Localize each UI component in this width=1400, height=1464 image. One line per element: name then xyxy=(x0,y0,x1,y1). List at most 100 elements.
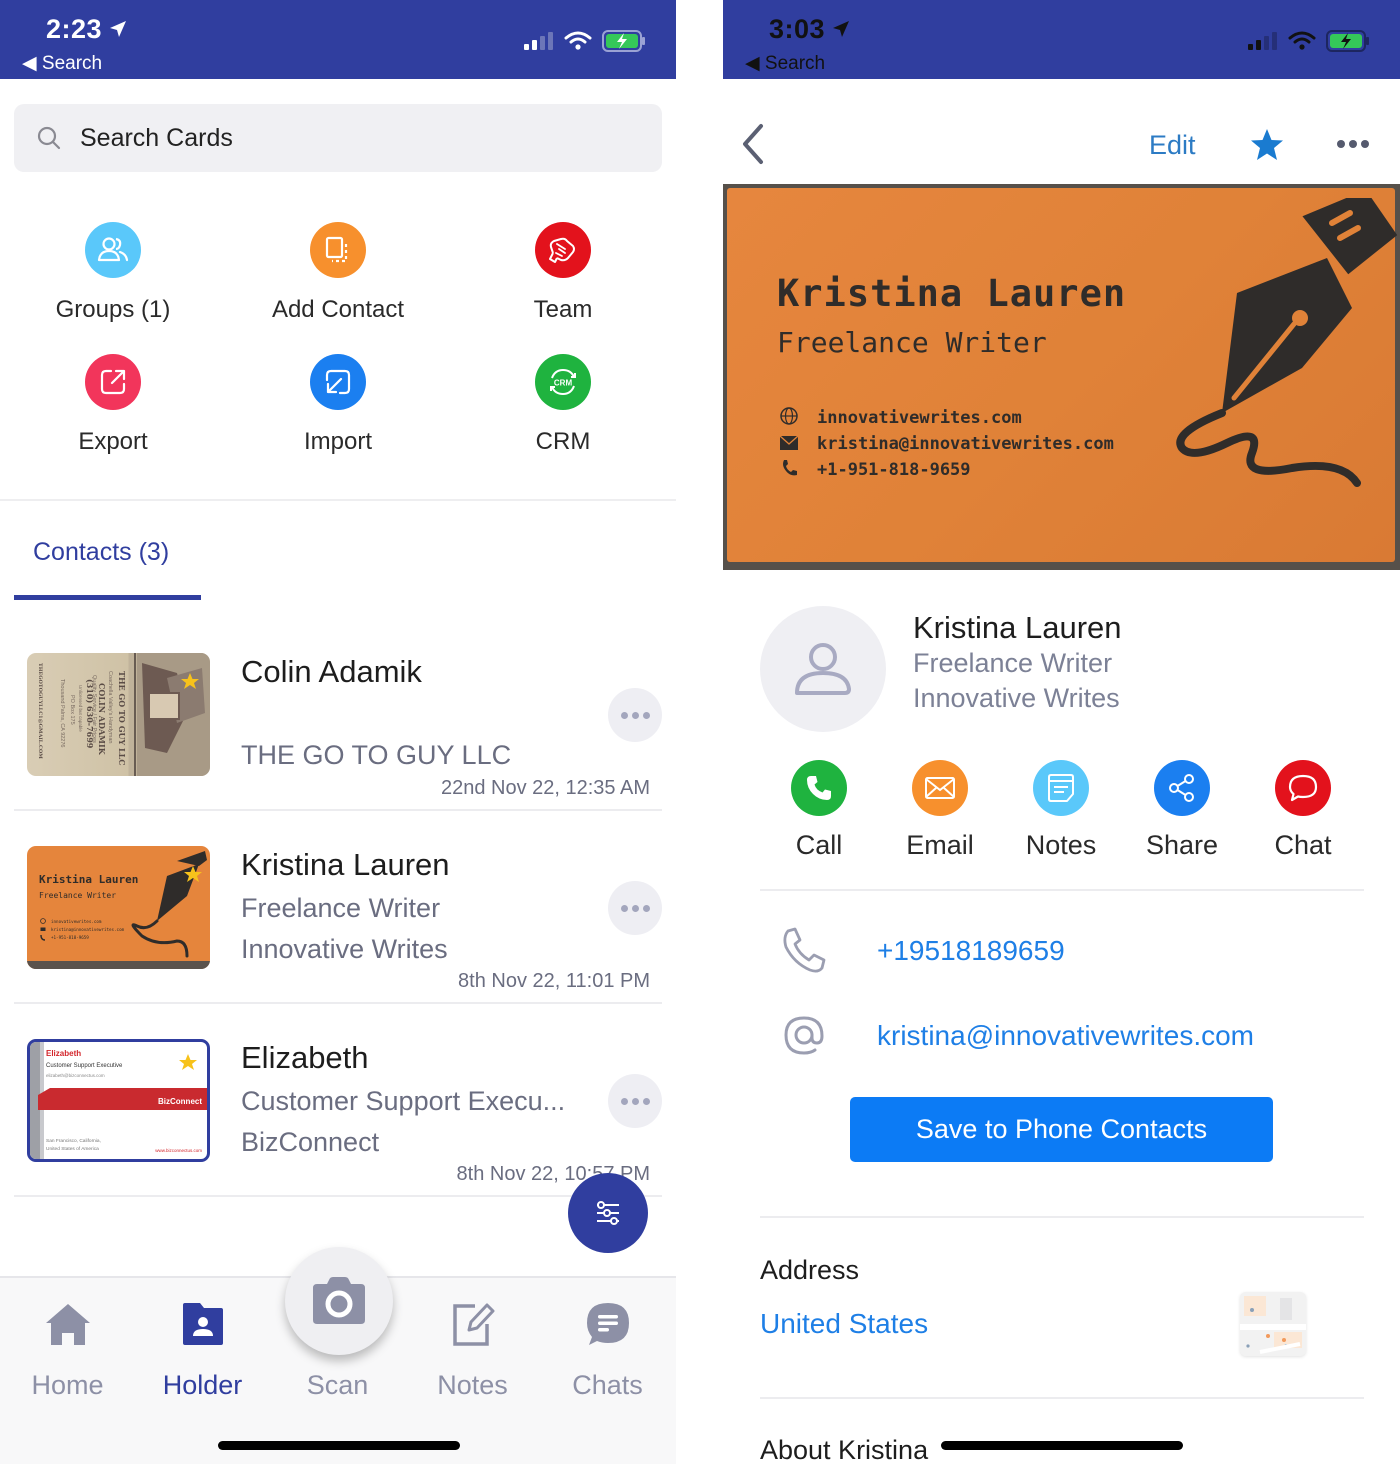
svg-text:Coachella Valley's Handyman: Coachella Valley's Handyman xyxy=(107,671,113,744)
back-to-search-link[interactable]: ◀ Search xyxy=(22,52,102,75)
note-icon xyxy=(1033,760,1089,816)
team-button[interactable]: Team xyxy=(450,222,676,324)
edit-button[interactable]: Edit xyxy=(1149,130,1196,161)
section-divider xyxy=(0,499,676,501)
status-bar: 2:23 ◀ Search xyxy=(0,0,676,79)
map-thumbnail[interactable] xyxy=(1240,1292,1306,1356)
svg-text:Elizabeth: Elizabeth xyxy=(46,1049,81,1058)
svg-text:Unlicensed but capable: Unlicensed but capable xyxy=(78,685,83,732)
nav-notes[interactable]: Notes xyxy=(405,1298,540,1401)
save-to-phone-contacts-button[interactable]: Save to Phone Contacts xyxy=(850,1097,1273,1162)
add-contact-button[interactable]: Add Contact xyxy=(225,222,451,324)
more-options-button[interactable] xyxy=(1337,140,1369,148)
sliders-filter-icon xyxy=(597,1201,619,1225)
import-button[interactable]: Import xyxy=(225,354,451,456)
contact-title: Freelance Writer xyxy=(913,648,1113,678)
svg-text:Freelance Writer: Freelance Writer xyxy=(39,891,116,900)
chat-bubble-icon xyxy=(1275,760,1331,816)
contact-more-button[interactable] xyxy=(608,881,662,935)
search-input[interactable] xyxy=(80,123,600,153)
more-dots-icon xyxy=(620,711,628,719)
groups-icon xyxy=(85,222,141,278)
location-arrow-icon xyxy=(831,15,851,46)
divider xyxy=(760,1216,1364,1218)
contact-row-elizabeth[interactable]: Elizabeth Customer Support Executive eli… xyxy=(14,1004,662,1197)
svg-text:Kristina Lauren: Kristina Lauren xyxy=(39,873,138,886)
address-heading: Address xyxy=(760,1255,860,1285)
favorite-button[interactable] xyxy=(1249,128,1285,167)
svg-text:THEGOTOGUYLLC1@GMAIL.COM: THEGOTOGUYLLC1@GMAIL.COM xyxy=(37,663,44,759)
chat-button[interactable]: Chat xyxy=(1253,760,1353,861)
fountain-pen-illustration xyxy=(1176,198,1398,487)
globe-icon xyxy=(780,407,798,425)
contact-name: Kristina Lauren xyxy=(913,610,1122,645)
tab-contacts[interactable]: Contacts (3) xyxy=(14,532,201,600)
business-card-image[interactable]: Kristina Lauren Freelance Writer innovat… xyxy=(723,184,1400,570)
phone-row[interactable]: +19518189659 xyxy=(760,925,1364,985)
svg-text:THE GO TO GUY LLC: THE GO TO GUY LLC xyxy=(117,671,127,766)
email-link[interactable]: kristina@innovativewrites.com xyxy=(877,1020,1254,1052)
person-icon xyxy=(795,643,851,695)
contacts-list-screen: 2:23 ◀ Search Groups (1) Add Contact Tea… xyxy=(0,0,676,1464)
phone-number-link[interactable]: +19518189659 xyxy=(877,935,1065,967)
phone-icon xyxy=(783,460,797,476)
svg-text:elizabeth@bizconnectus.com: elizabeth@bizconnectus.com xyxy=(46,1073,105,1078)
star-icon xyxy=(1251,129,1283,160)
tab-active-indicator xyxy=(14,595,201,600)
envelope-icon xyxy=(912,760,968,816)
wifi-icon xyxy=(1288,31,1316,50)
email-row[interactable]: kristina@innovativewrites.com xyxy=(760,1010,1364,1070)
svg-text:innovativewrites.com: innovativewrites.com xyxy=(51,919,102,924)
cellular-signal-icon xyxy=(1248,32,1277,50)
back-triangle-icon: ◀ xyxy=(745,53,760,74)
email-button[interactable]: Email xyxy=(890,760,990,861)
nav-chats[interactable]: Chats xyxy=(540,1298,675,1401)
contact-company: Innovative Writes xyxy=(913,683,1120,713)
more-dots-icon xyxy=(1337,140,1345,148)
notes-icon xyxy=(405,1298,540,1350)
search-icon xyxy=(37,126,61,150)
address-link[interactable]: United States xyxy=(760,1308,928,1340)
scan-camera-button[interactable] xyxy=(285,1247,393,1355)
contact-more-button[interactable] xyxy=(608,1074,662,1128)
business-card-thumbnail[interactable]: Elizabeth Customer Support Executive eli… xyxy=(27,1039,210,1162)
chats-icon xyxy=(540,1298,675,1350)
back-triangle-icon: ◀ xyxy=(22,53,37,74)
status-time: 3:03 xyxy=(769,14,851,46)
search-cards-field[interactable] xyxy=(14,104,662,172)
crm-button[interactable]: CRM CRM xyxy=(450,354,676,456)
import-icon xyxy=(310,354,366,410)
export-button[interactable]: Export xyxy=(0,354,226,456)
filter-fab-button[interactable] xyxy=(568,1173,648,1253)
home-indicator xyxy=(218,1441,460,1450)
svg-text:COLIN ADAMIK: COLIN ADAMIK xyxy=(97,683,107,756)
battery-charging-icon xyxy=(602,30,645,52)
status-time: 2:23 xyxy=(46,14,128,46)
location-arrow-icon xyxy=(108,15,128,46)
business-card-thumbnail[interactable]: Kristina Lauren Freelance Writer innovat… xyxy=(27,846,210,969)
avatar xyxy=(760,606,886,732)
home-indicator xyxy=(941,1441,1183,1450)
at-sign-icon xyxy=(784,1016,824,1055)
divider xyxy=(760,1397,1364,1399)
share-icon xyxy=(1154,760,1210,816)
svg-text:United States of America: United States of America xyxy=(46,1146,99,1152)
back-to-search-link[interactable]: ◀ Search xyxy=(745,52,825,75)
svg-text:+1-951-818-9659: +1-951-818-9659 xyxy=(51,935,89,940)
business-card-thumbnail[interactable]: THE GO TO GUY LLC COLIN ADAMIK (310) 630… xyxy=(27,653,210,776)
groups-button[interactable]: Groups (1) xyxy=(0,222,226,324)
contact-row-colin-adamik[interactable]: THE GO TO GUY LLC COLIN ADAMIK (310) 630… xyxy=(14,618,662,811)
battery-charging-icon xyxy=(1326,30,1369,52)
chevron-left-icon xyxy=(743,124,763,164)
nav-home[interactable]: Home xyxy=(0,1298,135,1401)
nav-holder[interactable]: Holder xyxy=(135,1298,270,1401)
call-button[interactable]: Call xyxy=(769,760,869,861)
back-button[interactable] xyxy=(737,122,767,171)
contact-row-kristina-lauren[interactable]: Kristina Lauren Freelance Writer innovat… xyxy=(14,811,662,1004)
svg-text:PO Box 175: PO Box 175 xyxy=(69,695,75,725)
contact-more-button[interactable] xyxy=(608,688,662,742)
about-heading: About Kristina xyxy=(760,1435,929,1464)
notes-button[interactable]: Notes xyxy=(1011,760,1111,861)
share-button[interactable]: Share xyxy=(1132,760,1232,861)
favorite-star-icon xyxy=(179,1054,197,1070)
